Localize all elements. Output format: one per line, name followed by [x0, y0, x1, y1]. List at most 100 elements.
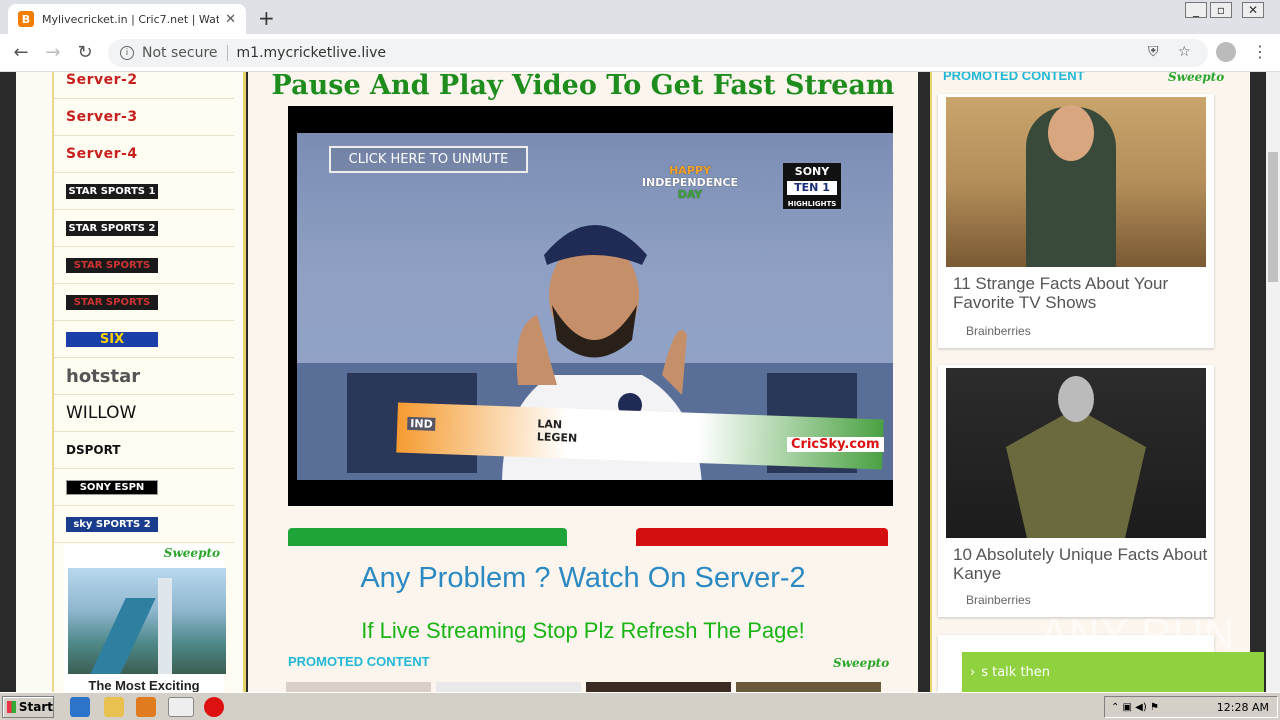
ad-caption: The Most Exciting: [88, 678, 200, 692]
chat-bar[interactable]: › s talk then: [962, 652, 1264, 692]
star-sports-1-logo: STAR SPORTS 1: [66, 183, 158, 199]
promo-card-image: [946, 368, 1206, 538]
browser-toolbar: ← → ↻ i Not secure m1.mycricketlive.live…: [0, 34, 1280, 72]
dsport-logo: DSPORT: [66, 443, 121, 457]
vertical-scrollbar[interactable]: [1266, 72, 1280, 692]
sweepto-logo[interactable]: Sweepto: [833, 656, 889, 670]
menu-icon[interactable]: ⋮: [1252, 42, 1268, 61]
channel-sky-sports-2[interactable]: sky SPORTS 2: [54, 506, 234, 543]
windows-flag-icon: [7, 701, 16, 713]
highlights-label: HIGHLIGHTS: [787, 200, 837, 208]
star-sports-3-logo: STAR SPORTS: [66, 257, 158, 273]
sweepto-logo: Sweepto: [163, 546, 220, 560]
scrollbar-thumb[interactable]: [1268, 152, 1278, 282]
green-server-button[interactable]: [288, 528, 567, 546]
blogger-favicon-icon: B: [18, 11, 34, 27]
close-window-button[interactable]: ✕: [1242, 2, 1264, 18]
chrome-icon[interactable]: [168, 697, 194, 717]
minimize-button[interactable]: _: [1185, 2, 1207, 18]
sony-label: SONY: [794, 165, 830, 178]
folder-icon[interactable]: [104, 697, 124, 717]
red-server-button[interactable]: [636, 528, 888, 546]
system-tray: ⌃ ▣ ◀) ⚑ 12:28 AM: [1104, 696, 1278, 718]
promo-card-title[interactable]: 11 Strange Facts About Your Favorite TV …: [953, 274, 1214, 312]
channel-sony-espn[interactable]: SONY ESPN: [54, 469, 234, 506]
ten-label: TEN 1: [787, 181, 837, 195]
profile-avatar[interactable]: [1216, 42, 1236, 62]
channel-star-sports-2[interactable]: STAR SPORTS 2: [54, 210, 234, 247]
promo-thumb-2[interactable]: [436, 682, 581, 692]
right-sidebar: PROMOTED CONTENT Sweepto 11 Strange Fact…: [930, 72, 1250, 692]
server-2-link[interactable]: Server-2: [54, 72, 234, 99]
promo-card[interactable]: 10 Absolutely Unique Facts About Kanye B…: [938, 365, 1214, 617]
unmute-button[interactable]: CLICK HERE TO UNMUTE: [329, 146, 528, 173]
reload-button[interactable]: ↻: [74, 42, 96, 63]
hotstar-logo: hotstar: [66, 365, 141, 387]
web-page: Server-2 Server-3 Server-4 STAR SPORTS 1…: [0, 72, 1266, 692]
channel-star-sports-3[interactable]: STAR SPORTS: [54, 247, 234, 284]
ie-icon[interactable]: [70, 697, 90, 717]
stop-icon[interactable]: [204, 697, 224, 717]
clock[interactable]: 12:28 AM: [1217, 701, 1269, 714]
restore-button[interactable]: ▫: [1210, 2, 1232, 18]
channel-willow[interactable]: WILLOW: [54, 395, 234, 432]
server-problem-text[interactable]: Any Problem ? Watch On Server-2: [248, 562, 918, 595]
cricsky-watermark: CricSky.com: [787, 437, 884, 452]
promo-card-source: Brainberries: [966, 324, 1031, 338]
info-icon[interactable]: i: [120, 46, 134, 60]
video-frame[interactable]: CLICK HERE TO UNMUTE HAPPY INDEPENDENCE …: [297, 133, 893, 480]
server-4-link[interactable]: Server-4: [54, 136, 234, 173]
promo-card-image: [946, 97, 1206, 267]
left-panel: Server-2 Server-3 Server-4 STAR SPORTS 1…: [16, 72, 246, 692]
willow-logo: WILLOW: [66, 403, 137, 423]
channel-dsport[interactable]: DSPORT: [54, 432, 234, 469]
security-label: Not secure: [142, 45, 218, 61]
sweepto-logo[interactable]: Sweepto: [1168, 72, 1224, 84]
tray-icons[interactable]: ⌃ ▣ ◀) ⚑: [1105, 702, 1159, 713]
url-text[interactable]: m1.mycricketlive.live: [237, 45, 386, 61]
bookmark-star-icon[interactable]: ☆: [1178, 44, 1191, 60]
promo-thumb-1[interactable]: [286, 682, 431, 692]
channel-hotstar[interactable]: hotstar: [54, 358, 234, 395]
promo-card[interactable]: 11 Strange Facts About Your Favorite TV …: [938, 94, 1214, 348]
address-separator: [226, 45, 228, 61]
browser-tab-strip: B Mylivecricket.in | Cric7.net | Watch L…: [0, 0, 1280, 34]
start-button[interactable]: Start: [2, 696, 54, 718]
star-sports-4-logo: STAR SPORTS: [66, 294, 158, 310]
promo-card-title[interactable]: 10 Absolutely Unique Facts About Kanye: [953, 545, 1214, 583]
channel-star-sports-1[interactable]: STAR SPORTS 1: [54, 173, 234, 210]
ad-image: [68, 568, 226, 674]
sony-six-logo: SIX: [66, 331, 158, 347]
sony-espn-logo: SONY ESPN: [66, 479, 158, 495]
forward-button[interactable]: →: [42, 42, 64, 63]
promo-thumb-4[interactable]: [736, 682, 881, 692]
promo-thumb-3[interactable]: [586, 682, 731, 692]
independence-day-overlay: HAPPY INDEPENDENCE DAY: [615, 165, 765, 201]
banner-left-text: IND: [407, 416, 436, 431]
main-content: Pause And Play Video To Get Fast Stream: [248, 72, 918, 692]
media-player-icon[interactable]: [136, 697, 156, 717]
windows-taskbar: Start ⌃ ▣ ◀) ⚑ 12:28 AM: [0, 692, 1280, 720]
channel-sony-six[interactable]: SIX: [54, 321, 234, 358]
chevron-right-icon: ›: [970, 664, 976, 680]
back-button[interactable]: ←: [10, 42, 32, 63]
overlay-day: DAY: [677, 188, 703, 201]
page-headline: Pause And Play Video To Get Fast Stream: [271, 72, 895, 101]
start-label: Start: [18, 700, 53, 714]
channel-star-sports-4[interactable]: STAR SPORTS: [54, 284, 234, 321]
anyrun-watermark: ANY RUN: [1040, 610, 1236, 657]
browser-tab[interactable]: B Mylivecricket.in | Cric7.net | Watch L…: [8, 4, 246, 34]
tab-close-icon[interactable]: ✕: [225, 12, 236, 27]
tab-title: Mylivecricket.in | Cric7.net | Watch L: [42, 12, 220, 26]
server-3-link[interactable]: Server-3: [54, 99, 234, 136]
promoted-content-label: PROMOTED CONTENT: [943, 72, 1085, 83]
sidebar-ad[interactable]: Sweepto The Most Exciting: [64, 544, 226, 692]
banner-text: LAN LEGEN: [536, 417, 578, 445]
blocked-content-icon[interactable]: ⛨: [1148, 44, 1159, 60]
address-bar[interactable]: i Not secure m1.mycricketlive.live ⛨ ☆: [108, 39, 1208, 67]
new-tab-button[interactable]: +: [258, 6, 275, 30]
sky-sports-2-logo: sky SPORTS 2: [66, 516, 158, 532]
sony-ten-logo: SONY TEN 1 HIGHLIGHTS: [783, 163, 841, 209]
promo-card-source: Brainberries: [966, 593, 1031, 607]
video-player[interactable]: CLICK HERE TO UNMUTE HAPPY INDEPENDENCE …: [288, 106, 893, 506]
